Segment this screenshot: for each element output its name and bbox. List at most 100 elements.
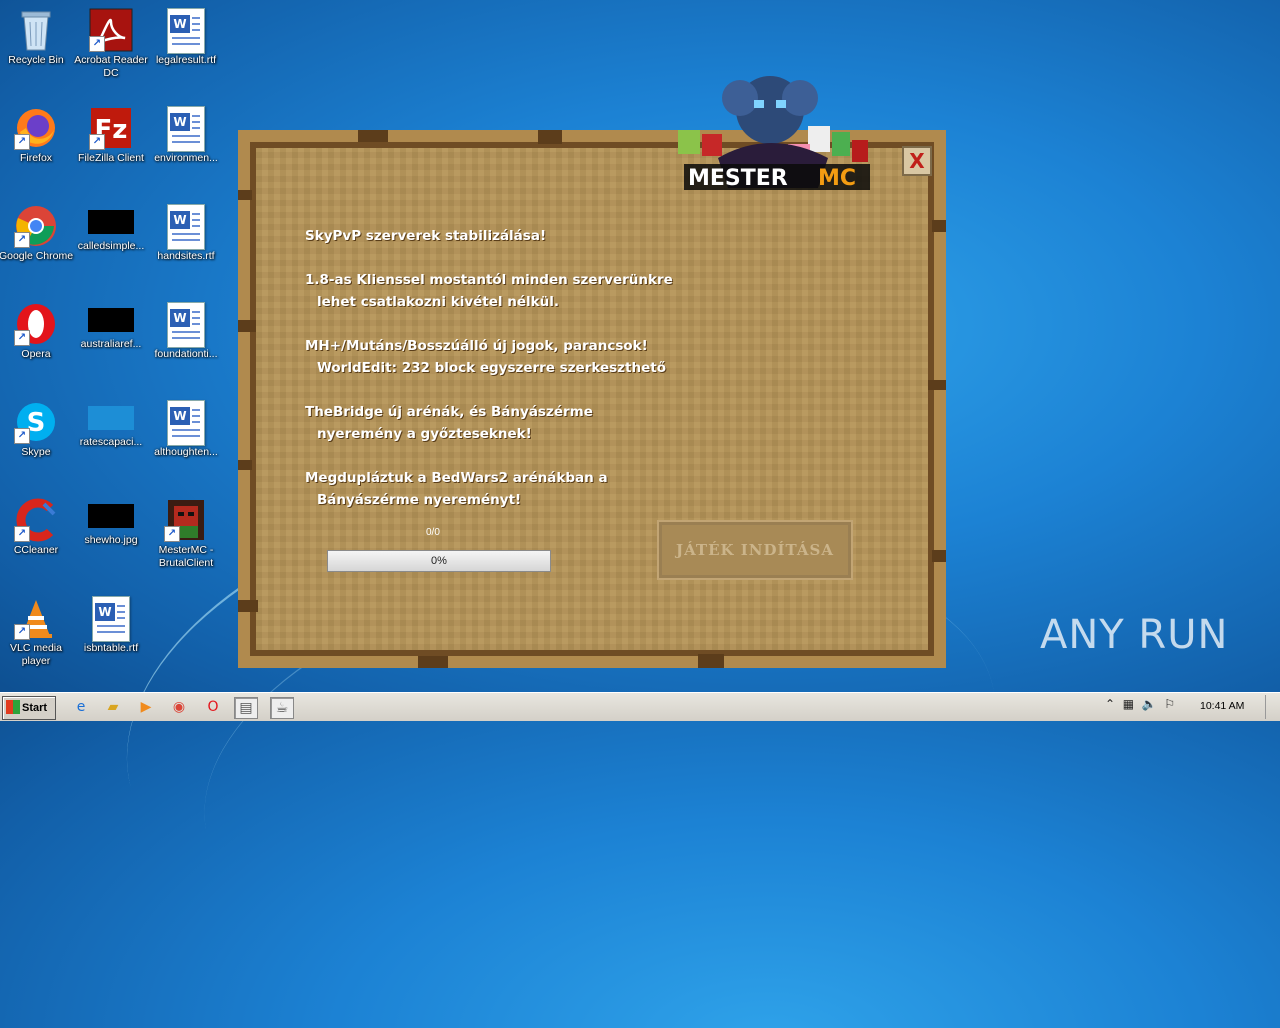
internet-explorer-icon[interactable]: e	[70, 697, 92, 717]
notepad-taskbar-icon[interactable]: ▤	[234, 697, 258, 719]
desktop-icon-label: FileZilla Client	[78, 152, 144, 164]
desktop-icon-label: environmen...	[154, 152, 218, 164]
desktop-icon-label: CCleaner	[13, 544, 59, 556]
download-counter: 0/0	[426, 527, 440, 538]
desktop-icon-vlc[interactable]: ↗ VLC media player	[0, 592, 75, 668]
news-line: WorldEdit: 232 block egyszerre szerkeszt…	[317, 360, 666, 376]
shortcut-arrow-icon: ↗	[14, 232, 30, 248]
desktop-icon-label: Firefox	[19, 152, 53, 164]
desktop-icon-handsites[interactable]: W handsites.rtf	[147, 200, 225, 263]
ccleaner-icon: ↗	[14, 498, 58, 542]
news-line: TheBridge új arénák, és Bányászérme	[305, 404, 593, 420]
desktop-icon-ratescapaci[interactable]: ratescapaci...	[72, 396, 150, 449]
media-player-icon[interactable]: ▶	[135, 697, 157, 717]
parchment-edge	[238, 320, 256, 332]
desktop-icon-label: shewho.jpg	[84, 534, 138, 546]
desktop-icon-label: ratescapaci...	[79, 436, 143, 448]
desktop-icon-althoughten[interactable]: W althoughten...	[147, 396, 225, 459]
desktop-icon-label: Skype	[21, 446, 51, 458]
parchment-edge	[538, 130, 562, 144]
show-desktop-button[interactable]	[1265, 695, 1280, 719]
network-icon[interactable]: ▦	[1123, 697, 1134, 711]
parchment-edge	[698, 654, 724, 668]
news-item: MH+/Mutáns/Bosszúálló új jogok, parancso…	[305, 335, 705, 379]
desktop-icon-acrobat[interactable]: ↗ Acrobat Reader DC	[72, 4, 150, 80]
desktop-icon-recycle-bin[interactable]: Recycle Bin	[0, 4, 75, 67]
opera-taskbar-icon[interactable]: O	[202, 697, 224, 717]
desktop-icon-label: legalresult.rtf	[155, 54, 217, 66]
desktop-icon-mestermc[interactable]: ↗ MesterMC - BrutalClient	[147, 494, 225, 570]
desktop-icon-filezilla[interactable]: Fz ↗ FileZilla Client	[72, 102, 150, 165]
action-center-flag-icon[interactable]: ⚐	[1164, 697, 1175, 711]
desktop-icon-opera[interactable]: ↗ Opera	[0, 298, 75, 361]
desktop-icon-label: Google Chrome	[0, 250, 74, 262]
chrome-icon: ↗	[14, 204, 58, 248]
file-thumbnail-icon	[88, 308, 134, 332]
progress-text: 0%	[431, 555, 447, 567]
word-document-icon: W	[164, 204, 208, 250]
desktop-icon-calledsimple[interactable]: calledsimple...	[72, 200, 150, 253]
parchment-edge	[238, 460, 252, 470]
desktop-icon-label: Opera	[21, 348, 51, 360]
start-button[interactable]: Start	[2, 696, 56, 720]
desktop-icon-skype[interactable]: S ↗ Skype	[0, 396, 75, 459]
logo-text-mester: MESTER	[688, 166, 788, 191]
chrome-taskbar-icon[interactable]: ◉	[168, 697, 190, 717]
windows-logo-icon	[6, 700, 20, 714]
news-line: nyeremény a győzteseknek!	[317, 426, 532, 442]
firefox-icon: ↗	[14, 106, 58, 150]
shortcut-arrow-icon: ↗	[14, 428, 30, 444]
desktop-icon-isbntable[interactable]: W isbntable.rtf	[72, 592, 150, 655]
volume-icon[interactable]: 🔈	[1142, 697, 1157, 711]
file-thumbnail-icon	[88, 210, 134, 234]
news-line: Bányászérme nyereményt!	[317, 492, 522, 508]
skype-icon: S ↗	[14, 400, 58, 444]
parchment-edge	[358, 130, 388, 142]
desktop-icon-label: VLC media player	[10, 642, 62, 667]
desktop-icon-ccleaner[interactable]: ↗ CCleaner	[0, 494, 75, 557]
news-list: SkyPvP szerverek stabilizálása! 1.8-as K…	[305, 225, 705, 533]
news-line: SkyPvP szerverek stabilizálása!	[305, 228, 547, 244]
news-line: 1.8-as Klienssel mostantól minden szerve…	[305, 272, 673, 288]
desktop-icon-firefox[interactable]: ↗ Firefox	[0, 102, 75, 165]
word-document-icon: W	[164, 8, 208, 54]
desktop-icon-label: handsites.rtf	[157, 250, 215, 262]
news-item: Megdupláztuk a BedWars2 arénákban a Bány…	[305, 467, 705, 511]
taskbar-clock[interactable]: 10:41 AM	[1200, 700, 1244, 712]
desktop-icon-chrome[interactable]: ↗ Google Chrome	[0, 200, 75, 263]
file-thumbnail-icon	[88, 406, 134, 430]
shortcut-arrow-icon: ↗	[14, 526, 30, 542]
shortcut-arrow-icon: ↗	[14, 330, 30, 346]
desktop-icon-shewho[interactable]: shewho.jpg	[72, 494, 150, 547]
close-button[interactable]: X	[902, 146, 932, 176]
news-item: SkyPvP szerverek stabilizálása!	[305, 225, 705, 247]
file-explorer-icon[interactable]: ▰	[102, 697, 124, 717]
desktop-icon-australiaref[interactable]: australiaref...	[72, 298, 150, 351]
parchment-edge	[238, 190, 252, 200]
parchment-edge	[932, 550, 946, 562]
desktop-icon-foundationti[interactable]: W foundationti...	[147, 298, 225, 361]
news-line: lehet csatlakozni kivétel nélkül.	[317, 294, 559, 310]
file-thumbnail-icon	[88, 504, 134, 528]
download-progress-bar: 0%	[327, 550, 551, 572]
desktop-icon-label: calledsimple...	[77, 240, 145, 252]
parchment-edge	[932, 220, 946, 232]
tray-expand-icon[interactable]: ⌃	[1105, 697, 1115, 711]
java-app-taskbar-icon[interactable]: ☕	[270, 697, 294, 719]
shortcut-arrow-icon: ↗	[14, 624, 30, 640]
news-item: 1.8-as Klienssel mostantól minden szerve…	[305, 269, 705, 313]
desktop-icon-environmen[interactable]: W environmen...	[147, 102, 225, 165]
desktop-icon-label: Recycle Bin	[8, 54, 64, 66]
desktop-icon-legalresult[interactable]: W legalresult.rtf	[147, 4, 225, 67]
launcher-window: MESTER MC X SkyPvP szerverek stabilizálá…	[238, 76, 946, 668]
news-line: MH+/Mutáns/Bosszúálló új jogok, parancso…	[305, 338, 648, 354]
mestermc-logo: MESTER MC	[648, 68, 898, 218]
mestermc-icon: ↗	[164, 498, 208, 542]
parchment-edge	[418, 656, 448, 668]
start-game-button[interactable]: JÁTÉK INDÍTÁSA	[657, 520, 853, 580]
parchment-edge	[928, 380, 946, 390]
desktop-icon-label: Acrobat Reader DC	[74, 54, 148, 79]
shortcut-arrow-icon: ↗	[89, 36, 105, 52]
shortcut-arrow-icon: ↗	[14, 134, 30, 150]
system-tray: ⌃ ▦ 🔈 ⚐	[1105, 697, 1175, 711]
